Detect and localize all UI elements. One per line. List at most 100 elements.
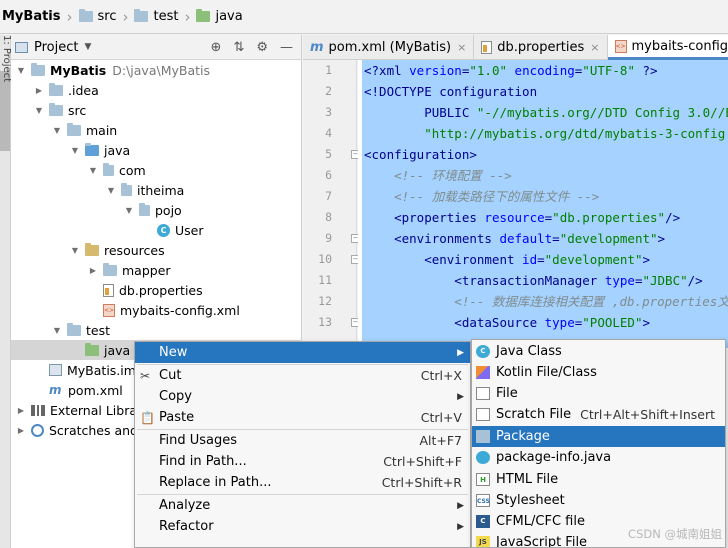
menu-item-replace-in-path[interactable]: Replace in Path... Ctrl+Shift+R xyxy=(135,472,470,493)
code-line: <transactionManager type="JDBC"/> xyxy=(364,270,702,291)
folder-icon xyxy=(67,322,81,336)
pinfo-icon xyxy=(476,451,490,464)
tool-window-stripe: 1: Project xyxy=(0,35,12,548)
menu-item-copy[interactable]: Copy ▶ xyxy=(135,386,470,407)
tab-db-properties[interactable]: db.properties × xyxy=(474,35,608,60)
code-token: "development" xyxy=(559,231,658,246)
menu-item-cut[interactable]: ✂ Cut Ctrl+X xyxy=(135,365,470,386)
submenu-item-stylesheet[interactable]: CSS Stylesheet xyxy=(472,490,725,511)
menu-item-refactor[interactable]: Refactor ▶ xyxy=(135,516,470,537)
menu-item-find-usages[interactable]: Find Usages Alt+F7 xyxy=(135,430,470,451)
html-icon: H xyxy=(476,473,490,486)
target-icon[interactable]: ⊕ xyxy=(211,40,222,55)
submenu-arrow-icon: ▶ xyxy=(457,347,464,358)
tree-item-label: main xyxy=(86,122,118,138)
tab-label: mybaits-config.xml xyxy=(631,38,728,54)
class-icon: C xyxy=(476,345,490,358)
expanded-arrow-icon[interactable]: ▼ xyxy=(69,246,81,255)
close-icon[interactable]: × xyxy=(590,41,599,54)
collapsed-arrow-icon[interactable]: ▶ xyxy=(15,406,27,415)
submenu-item-package[interactable]: Package xyxy=(472,426,725,447)
tree-item-test[interactable]: ▼ test xyxy=(11,320,302,340)
tree-item--idea[interactable]: ▶ .idea xyxy=(11,80,302,100)
project-view-icon xyxy=(15,41,28,53)
close-icon[interactable]: × xyxy=(457,41,466,54)
expanded-arrow-icon[interactable]: ▼ xyxy=(33,106,45,115)
menu-item-label: New xyxy=(159,345,188,360)
tree-item-mybatis[interactable]: ▼ MyBatis D:\java\MyBatis xyxy=(11,60,302,80)
collapsed-arrow-icon[interactable]: ▶ xyxy=(15,426,27,435)
tree-item-itheima[interactable]: ▼ itheima xyxy=(11,180,302,200)
line-number: 4 xyxy=(325,126,332,140)
expanded-arrow-icon[interactable]: ▼ xyxy=(69,146,81,155)
tree-item-mybaits-config-xml[interactable]: <> mybaits-config.xml xyxy=(11,300,302,320)
menu-item-find-in-path[interactable]: Find in Path... Ctrl+Shift+F xyxy=(135,451,470,472)
expanded-arrow-icon[interactable]: ▼ xyxy=(87,166,99,175)
tree-item-com[interactable]: ▼ com xyxy=(11,160,302,180)
tree-item-main[interactable]: ▼ main xyxy=(11,120,302,140)
breadcrumb-item-src[interactable]: src xyxy=(78,9,116,24)
project-tool-button[interactable] xyxy=(0,71,10,151)
minimize-icon[interactable]: — xyxy=(280,40,293,55)
code-token: type xyxy=(604,273,635,288)
menu-item-paste[interactable]: 📋 Paste Ctrl+V xyxy=(135,407,470,428)
expanded-arrow-icon[interactable]: ▼ xyxy=(123,206,135,215)
line-number: 12 xyxy=(318,294,332,308)
package-icon xyxy=(121,182,132,196)
tree-item-resources[interactable]: ▼ resources xyxy=(11,240,302,260)
expanded-arrow-icon[interactable]: ▼ xyxy=(51,326,63,335)
gear-icon[interactable]: ⚙ xyxy=(256,40,268,55)
submenu-item-package-info-java[interactable]: package-info.java xyxy=(472,447,725,468)
expanded-arrow-icon[interactable]: ▼ xyxy=(51,126,63,135)
submenu-item-kotlin-file-class[interactable]: Kotlin File/Class xyxy=(472,362,725,383)
submenu-item-label: JavaScript File xyxy=(496,535,588,548)
menu-item-new[interactable]: New ▶ xyxy=(135,342,470,363)
submenu-item-scratch-file[interactable]: Scratch File Ctrl+Alt+Shift+Insert xyxy=(472,404,725,425)
tree-item-user[interactable]: C User xyxy=(11,220,302,240)
cut-icon: ✂ xyxy=(140,368,151,383)
submenu-arrow-icon: ▶ xyxy=(457,521,464,532)
breadcrumb-item-test[interactable]: test xyxy=(134,9,178,24)
code-token: > xyxy=(642,252,651,267)
project-view-selector[interactable]: Project xyxy=(34,40,78,55)
collapsed-arrow-icon[interactable]: ▶ xyxy=(33,86,45,95)
submenu-item-java-class[interactable]: C Java Class xyxy=(472,341,725,362)
tab-mybaits-config-xml[interactable]: <> mybaits-config.xml xyxy=(607,35,728,60)
tree-item-mapper[interactable]: ▶ mapper xyxy=(11,260,302,280)
submenu-item-label: Kotlin File/Class xyxy=(496,365,597,380)
tree-item-src[interactable]: ▼ src xyxy=(11,100,302,120)
code-token: PUBLIC xyxy=(364,105,477,120)
tree-item-label: java xyxy=(104,342,131,358)
expanded-arrow-icon[interactable]: ▼ xyxy=(105,186,117,195)
tab-label: db.properties xyxy=(497,40,585,55)
menu-item-label: Copy xyxy=(159,389,192,404)
breadcrumb-item-mybatis[interactable]: MyBatis xyxy=(2,9,61,24)
tab-pom-xml-mybatis-[interactable]: m pom.xml (MyBatis) × xyxy=(303,35,475,60)
breadcrumb-item-java[interactable]: java xyxy=(196,9,243,24)
line-number: 1 xyxy=(325,63,332,77)
chevron-down-icon[interactable]: ▼ xyxy=(84,42,91,52)
pkg-icon xyxy=(476,430,490,443)
code-token: <environments xyxy=(364,231,500,246)
menu-item-analyze[interactable]: Analyze ▶ xyxy=(135,495,470,516)
breadcrumb: MyBatis › src › test › java xyxy=(0,0,728,34)
expanded-arrow-icon[interactable]: ▼ xyxy=(15,66,27,75)
collapsed-arrow-icon[interactable]: ▶ xyxy=(87,266,99,275)
tree-item-label: pom.xml xyxy=(68,382,123,398)
resources-folder-icon xyxy=(85,242,99,256)
tree-item-db-properties[interactable]: db.properties xyxy=(11,280,302,300)
submenu-item-label: HTML File xyxy=(496,472,559,487)
code-token: "1.0" xyxy=(469,63,508,78)
code-token: "JDBC" xyxy=(642,273,688,288)
tree-item-label: test xyxy=(86,322,111,338)
submenu-item-html-file[interactable]: H HTML File xyxy=(472,469,725,490)
submenu-item-file[interactable]: File xyxy=(472,383,725,404)
tree-item-pojo[interactable]: ▼ pojo xyxy=(11,200,302,220)
tree-item-java[interactable]: ▼ java xyxy=(11,140,302,160)
module-folder-icon xyxy=(31,62,45,76)
collapse-icon[interactable]: ⇅ xyxy=(233,40,244,55)
code-line: <configuration> xyxy=(364,144,477,165)
code-token: "UTF-8" xyxy=(582,63,635,78)
code-token: type xyxy=(544,315,575,330)
code-line: <!-- 环境配置 --> xyxy=(364,165,512,186)
